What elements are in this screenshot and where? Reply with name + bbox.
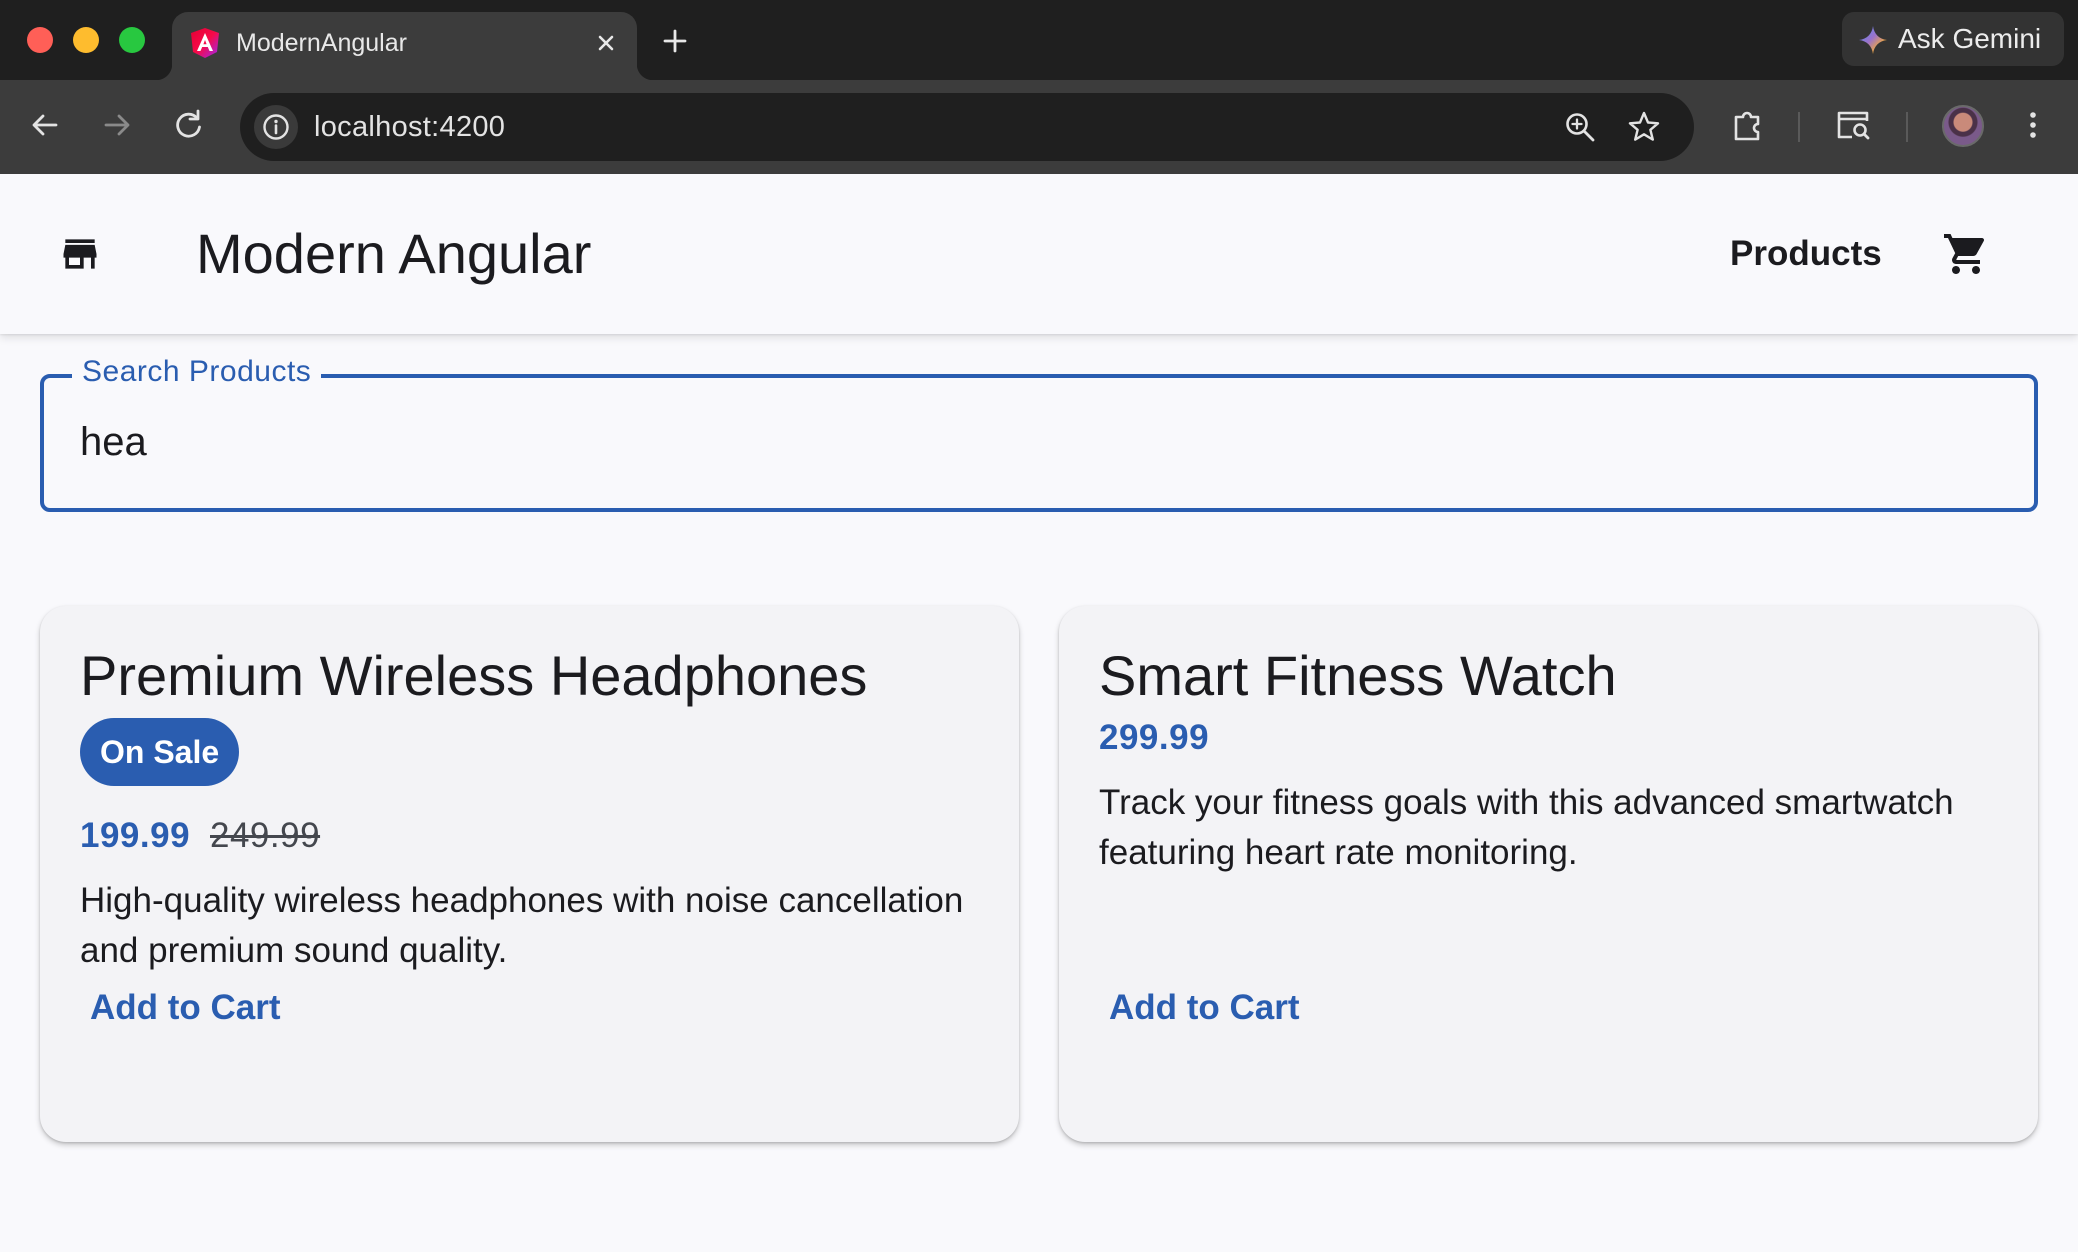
ask-gemini-button[interactable]: Ask Gemini [1842, 12, 2064, 66]
on-sale-badge: On Sale [80, 718, 240, 786]
tab-title: ModernAngular [236, 29, 407, 57]
forward-arrow-icon[interactable] [94, 102, 140, 148]
address-url[interactable]: localhost:4200 [314, 110, 505, 144]
product-price: 199.99 [80, 816, 191, 855]
search-field-label: Search Products [72, 352, 322, 392]
product-description: High-quality wireless headphones with no… [80, 881, 964, 970]
site-info-button[interactable] [254, 105, 298, 149]
add-to-cart-button[interactable]: Add to Cart [1099, 976, 1310, 1040]
new-tab-icon[interactable] [656, 22, 694, 60]
toolbar-separator [1798, 112, 1800, 142]
search-input[interactable] [80, 414, 1980, 470]
page-viewport: Modern Angular Products Search Products … [0, 174, 2078, 1252]
product-old-price: 249.99 [210, 816, 321, 855]
product-card: Premium Wireless Headphones On Sale 199.… [40, 606, 1019, 1142]
browser-tab-bar: ModernAngular Ask Gemini [0, 0, 2078, 80]
ask-gemini-label: Ask Gemini [1898, 23, 2042, 54]
shopping-cart-icon[interactable] [1942, 230, 1990, 278]
browser-tab-active[interactable]: ModernAngular [156, 12, 653, 80]
toolbar-separator [1906, 112, 1908, 142]
nav-link-products[interactable]: Products [1714, 232, 1898, 276]
address-bar[interactable]: localhost:4200 [240, 93, 1694, 161]
back-arrow-icon[interactable] [22, 102, 68, 148]
storefront-icon[interactable] [58, 232, 102, 276]
product-name: Smart Fitness Watch [1099, 644, 1617, 707]
close-window-button[interactable] [27, 27, 53, 53]
add-to-cart-button[interactable]: Add to Cart [80, 976, 291, 1040]
app-toolbar: Modern Angular Products [0, 174, 2078, 334]
close-tab-icon[interactable] [589, 26, 623, 60]
product-description: Track your fitness goals with this advan… [1099, 783, 1954, 872]
product-name: Premium Wireless Headphones [80, 644, 868, 707]
zoom-icon[interactable] [1562, 109, 1598, 145]
info-icon [263, 114, 289, 140]
extensions-puzzle-icon[interactable] [1727, 104, 1769, 146]
gemini-sparkle-icon [1859, 26, 1887, 54]
maximize-window-button[interactable] [119, 27, 145, 53]
product-card: Smart Fitness Watch 299.99 Track your fi… [1059, 606, 2038, 1142]
bookmark-star-icon[interactable] [1626, 109, 1662, 145]
angular-logo-icon [191, 28, 219, 58]
search-products-field[interactable]: Search Products [40, 352, 2038, 512]
minimize-window-button[interactable] [73, 27, 99, 53]
app-title: Modern Angular [196, 222, 592, 285]
reload-icon[interactable] [166, 102, 212, 148]
tab-search-icon[interactable] [1832, 104, 1874, 146]
product-price: 299.99 [1099, 718, 1210, 757]
browser-toolbar: localhost:4200 [0, 80, 2078, 174]
profile-avatar[interactable] [1942, 105, 1984, 147]
more-menu-icon[interactable] [2012, 104, 2054, 146]
